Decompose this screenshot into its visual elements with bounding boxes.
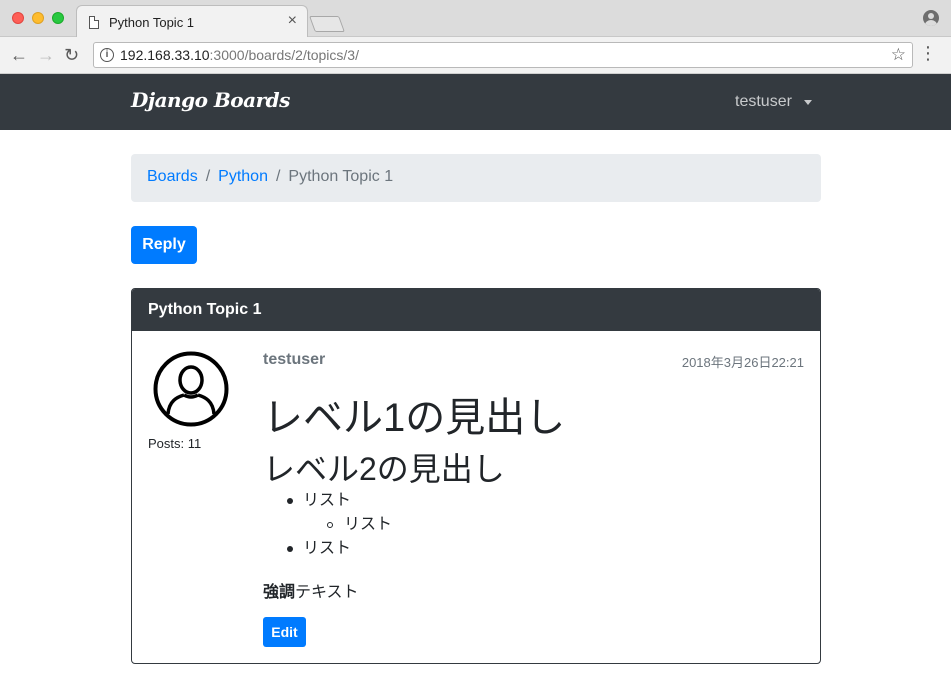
post-author: testuser	[263, 351, 326, 368]
forward-icon[interactable]: →	[37, 45, 55, 65]
address-bar[interactable]: i 192.168.33.10:3000/boards/2/topics/3/ …	[93, 42, 913, 68]
browser-tab[interactable]: Python Topic 1 ×	[76, 5, 308, 38]
brand-logo[interactable]: Django Boards	[131, 88, 290, 112]
reload-icon[interactable]: ↻	[64, 45, 79, 65]
breadcrumb-boards[interactable]: Boards	[147, 168, 198, 185]
post-card: Python Topic 1 Posts: 11 testuser 2018年3…	[131, 288, 821, 664]
strong-text: 強調	[263, 584, 296, 601]
bookmark-star-icon[interactable]: ☆	[891, 45, 906, 65]
breadcrumb-separator: /	[275, 168, 281, 185]
caret-down-icon[interactable]	[804, 100, 812, 105]
document-icon	[89, 16, 99, 29]
back-icon[interactable]: ←	[10, 45, 28, 65]
post-paragraph: 強調テキスト	[263, 578, 359, 602]
maximize-window-button[interactable]	[52, 12, 64, 24]
tab-close-icon[interactable]: ×	[288, 12, 297, 30]
site-navbar: Django Boards testuser	[0, 74, 951, 130]
post-heading-1: レベル1の見出し	[263, 396, 566, 440]
hollow-bullet-icon	[327, 522, 333, 528]
breadcrumb-python[interactable]: Python	[218, 168, 268, 185]
post-list: リスト リスト リスト	[263, 489, 392, 561]
tab-title: Python Topic 1	[109, 15, 195, 30]
list-item: リスト	[263, 489, 392, 513]
edit-button[interactable]: Edit	[263, 617, 306, 647]
browser-menu-icon[interactable]: ⋮	[919, 43, 937, 63]
posts-count: Posts: 11	[148, 436, 202, 451]
bullet-icon	[287, 498, 293, 504]
url-host: 192.168.33.10	[120, 47, 210, 63]
browser-toolbar: ← → ↻ i 192.168.33.10:3000/boards/2/topi…	[0, 37, 951, 74]
close-window-button[interactable]	[12, 12, 24, 24]
bullet-icon	[287, 546, 293, 552]
new-tab-button[interactable]	[309, 16, 345, 32]
list-item-nested: リスト	[263, 513, 392, 537]
breadcrumb: Boards / Python / Python Topic 1	[131, 154, 821, 202]
list-item-text: リスト	[303, 492, 352, 509]
browser-tab-strip: Python Topic 1 ×	[0, 0, 951, 38]
url-text[interactable]: 192.168.33.10:3000/boards/2/topics/3/	[120, 47, 359, 63]
post-card-header: Python Topic 1	[132, 289, 820, 331]
url-path: :3000/boards/2/topics/3/	[209, 47, 359, 63]
breadcrumb-separator: /	[205, 168, 211, 185]
breadcrumb-current: Python Topic 1	[288, 168, 394, 185]
list-item-text: リスト	[344, 516, 393, 533]
user-dropdown[interactable]: testuser	[735, 93, 792, 111]
post-date: 2018年3月26日22:21	[681, 355, 804, 370]
post-heading-2: レベル2の見出し	[263, 451, 505, 487]
plain-text: テキスト	[295, 584, 359, 601]
reply-button[interactable]: Reply	[131, 226, 197, 264]
list-item: リスト	[263, 537, 392, 561]
info-icon[interactable]: i	[100, 48, 114, 62]
profile-icon[interactable]	[923, 10, 939, 26]
list-item-text: リスト	[303, 540, 352, 557]
user-avatar-icon	[153, 351, 229, 427]
minimize-window-button[interactable]	[32, 12, 44, 24]
